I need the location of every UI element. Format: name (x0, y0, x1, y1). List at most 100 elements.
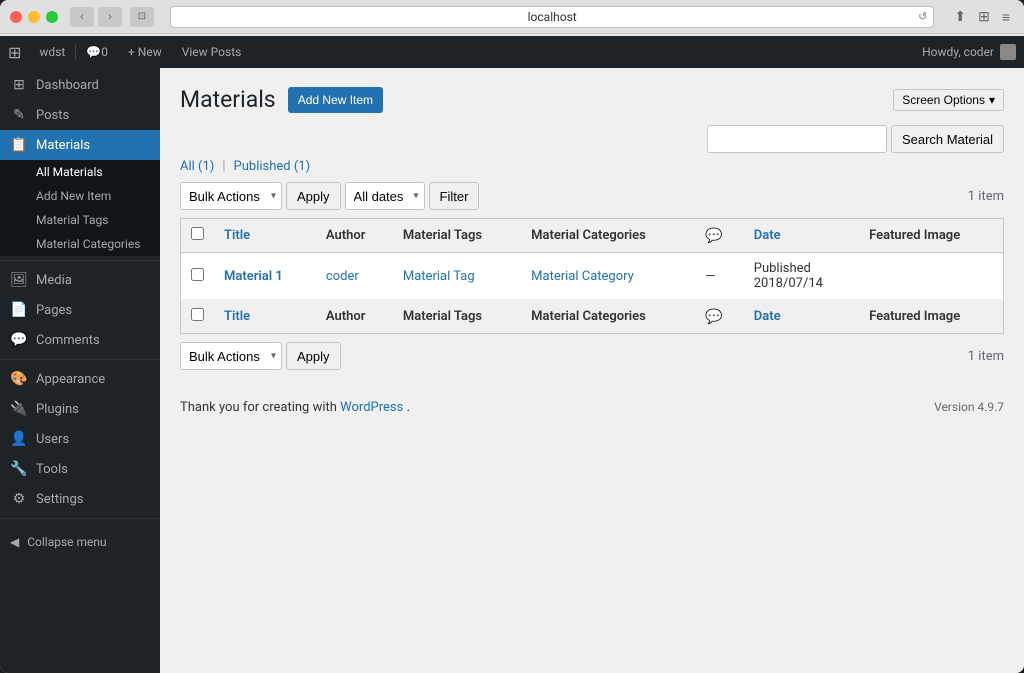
sidebar-item-pages[interactable]: 📄 Pages (0, 295, 160, 325)
filter-all-count: (1) (198, 159, 214, 174)
sidebar-item-comments[interactable]: 💬 Comments (0, 325, 160, 355)
row-category-link[interactable]: Material Category (531, 269, 634, 284)
page-header: Materials Add New Item Screen Options ▾ (180, 86, 1004, 113)
row-checkbox-cell (181, 253, 215, 300)
footer-title-label: Title (224, 309, 250, 324)
filter-button[interactable]: Filter (429, 182, 480, 210)
filter-published-link[interactable]: Published (1) (234, 159, 311, 174)
header-comments: 💬 (695, 219, 743, 253)
wp-layout: ⊞ wdst 💬 0 + New View Posts Howdy, coder (0, 34, 1024, 673)
submenu-material-tags[interactable]: Material Tags (0, 208, 160, 232)
collapse-menu-button[interactable]: ◀ Collapse menu (0, 527, 160, 557)
header-date[interactable]: Date (744, 219, 859, 253)
sidebar-item-tools[interactable]: 🔧 Tools (0, 454, 160, 484)
footer-comment-icon: 💬 (705, 309, 722, 325)
materials-table: Title Author Material Tags Material Cate… (180, 218, 1004, 334)
sidebar-menu: ⊞ Dashboard ✎ Posts 📋 Materials All Mate… (0, 66, 160, 557)
tags-header-label: Material Tags (403, 228, 482, 243)
admin-bar-view-posts[interactable]: View Posts (172, 36, 252, 68)
sidebar-open-button[interactable]: ≡ (998, 6, 1014, 27)
screen-options-label: Screen Options (902, 93, 985, 107)
table-header-row: Title Author Material Tags Material Cate… (181, 219, 1004, 253)
new-tab-button[interactable]: ⊞ (974, 6, 994, 27)
sidebar-item-materials[interactable]: 📋 Materials (0, 130, 160, 160)
comment-header-icon: 💬 (705, 228, 722, 244)
header-title[interactable]: Title (214, 219, 316, 253)
footer-categories-label: Material Categories (531, 309, 646, 324)
screen-options-arrow-icon: ▾ (989, 93, 995, 107)
reload-icon[interactable]: ↺ (918, 10, 927, 23)
sidebar: ⊞ Dashboard ✎ Posts 📋 Materials All Mate… (0, 66, 160, 673)
sidebar-item-users[interactable]: 👤 Users (0, 424, 160, 454)
table-footer-row: Title Author Material Tags Material Cate… (181, 300, 1004, 334)
filter-published-count: (1) (294, 159, 310, 174)
admin-bar-site[interactable]: wdst (29, 36, 75, 68)
comment-count: 0 (101, 45, 108, 59)
close-button[interactable] (10, 11, 22, 23)
sidebar-item-media[interactable]: 🖼 Media (0, 265, 160, 295)
pages-icon: 📄 (10, 302, 28, 318)
row-author-link[interactable]: coder (326, 269, 359, 284)
row-tag-link[interactable]: Material Tag (403, 269, 475, 284)
header-featured-image: Featured Image (859, 219, 1003, 253)
footer-select-all-checkbox[interactable] (191, 308, 204, 321)
screen-options-button[interactable]: Screen Options ▾ (893, 89, 1004, 111)
submenu-add-new-item[interactable]: Add New Item (0, 184, 160, 208)
footer-header-title[interactable]: Title (214, 300, 316, 334)
sidebar-item-plugins[interactable]: 🔌 Plugins (0, 394, 160, 424)
row-date-value: 2018/07/14 (754, 276, 823, 291)
footer-header-date[interactable]: Date (744, 300, 859, 334)
admin-bar: ⊞ wdst 💬 0 + New View Posts Howdy, coder (0, 36, 1024, 68)
date-filter-select[interactable]: All dates (345, 182, 425, 210)
footer-wp-link[interactable]: WordPress (340, 400, 403, 415)
minimize-button[interactable] (28, 11, 40, 23)
bulk-actions-select-bottom[interactable]: Bulk Actions (180, 342, 282, 370)
footer-checkbox-cell (181, 300, 215, 334)
appearance-icon: 🎨 (10, 371, 28, 387)
sidebar-item-appearance[interactable]: 🎨 Appearance (0, 364, 160, 394)
add-new-item-button[interactable]: Add New Item (288, 87, 383, 113)
sidebar-item-posts[interactable]: ✎ Posts (0, 100, 160, 130)
maximize-button[interactable] (46, 11, 58, 23)
search-material-button[interactable]: Search Material (891, 125, 1004, 153)
item-count-top: 1 item (968, 189, 1004, 204)
header-checkbox-cell (181, 219, 215, 253)
search-material-input[interactable] (707, 125, 887, 153)
sidebar-appearance-label: Appearance (36, 372, 105, 387)
submenu-all-materials[interactable]: All Materials (0, 160, 160, 184)
address-bar[interactable]: localhost ↺ (170, 6, 934, 28)
page-title: Materials (180, 86, 276, 113)
apply-button-top[interactable]: Apply (286, 182, 341, 210)
sidebar-materials-label: Materials (36, 138, 90, 153)
filter-all-link[interactable]: All (1) (180, 159, 214, 174)
collapse-menu-label: Collapse menu (27, 535, 106, 549)
row-comments-cell: — (695, 253, 743, 300)
sidebar-toggle-button[interactable]: ⊡ (130, 7, 154, 27)
plugins-icon: 🔌 (10, 401, 28, 417)
submenu-material-categories[interactable]: Material Categories (0, 232, 160, 256)
share-button[interactable]: ⬆ (950, 6, 970, 27)
back-button[interactable]: ‹ (70, 7, 94, 27)
dashboard-icon: ⊞ (10, 77, 28, 93)
author-header-label: Author (326, 228, 366, 243)
select-all-checkbox[interactable] (191, 227, 204, 240)
sidebar-item-dashboard[interactable]: ⊞ Dashboard (0, 70, 160, 100)
row-checkbox[interactable] (191, 268, 204, 281)
forward-button[interactable]: › (98, 7, 122, 27)
title-header-label: Title (224, 228, 250, 243)
filter-published-label: Published (234, 159, 291, 174)
sidebar-item-settings[interactable]: ⚙ Settings (0, 484, 160, 514)
filter-bar: All (1) | Published (1) (180, 159, 1004, 174)
main-content: Materials Add New Item Screen Options ▾ … (160, 66, 1024, 673)
admin-bar-new[interactable]: + New (118, 36, 172, 68)
admin-bar-comments[interactable]: 💬 0 (76, 36, 118, 68)
view-posts-label: View Posts (182, 45, 242, 59)
traffic-lights (10, 11, 58, 23)
apply-button-bottom[interactable]: Apply (286, 342, 341, 370)
date-header-label: Date (754, 228, 781, 243)
bulk-actions-select-top[interactable]: Bulk Actions (180, 182, 282, 210)
row-title-link[interactable]: Material 1 (224, 269, 283, 284)
footer-version: Version 4.9.7 (934, 400, 1004, 415)
materials-icon: 📋 (10, 137, 28, 153)
browser-actions: ⬆ ⊞ ≡ (950, 6, 1014, 27)
